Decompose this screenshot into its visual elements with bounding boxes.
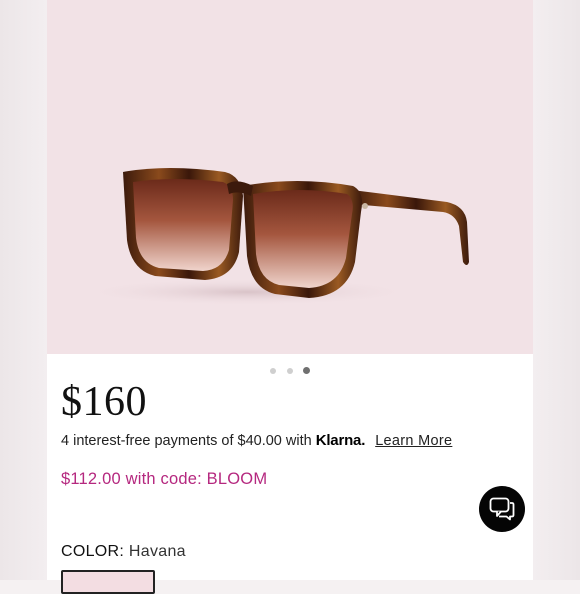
- left-margin: [0, 0, 47, 580]
- carousel-dot-2[interactable]: [286, 367, 293, 374]
- color-selector-label: COLOR: Havana: [61, 543, 186, 561]
- chat-button[interactable]: [479, 486, 525, 532]
- carousel-dot-3-active[interactable]: [302, 367, 310, 375]
- color-value: Havana: [128, 543, 186, 560]
- promo-price: $112.00 with code: BLOOM: [61, 470, 268, 488]
- carousel-dot-1[interactable]: [270, 367, 277, 374]
- klarna-logo: Klarna.: [315, 432, 366, 449]
- learn-more-link[interactable]: Learn More: [375, 433, 452, 449]
- installments-text: 4 interest-free payments of $40.00 with: [61, 433, 312, 449]
- chat-bubbles-icon: [489, 497, 515, 521]
- product-image-sunglasses[interactable]: [47, 0, 533, 354]
- product-price: $160: [61, 379, 147, 425]
- sunglasses-illustration: [77, 168, 469, 306]
- color-swatch-havana[interactable]: [61, 570, 155, 594]
- product-info-panel: $160 4 interest-free payments of $40.00 …: [47, 354, 533, 594]
- klarna-installments: 4 interest-free payments of $40.00 with …: [61, 432, 452, 449]
- right-margin: [533, 0, 580, 580]
- carousel-indicator: [47, 362, 533, 375]
- color-label: COLOR:: [61, 543, 125, 560]
